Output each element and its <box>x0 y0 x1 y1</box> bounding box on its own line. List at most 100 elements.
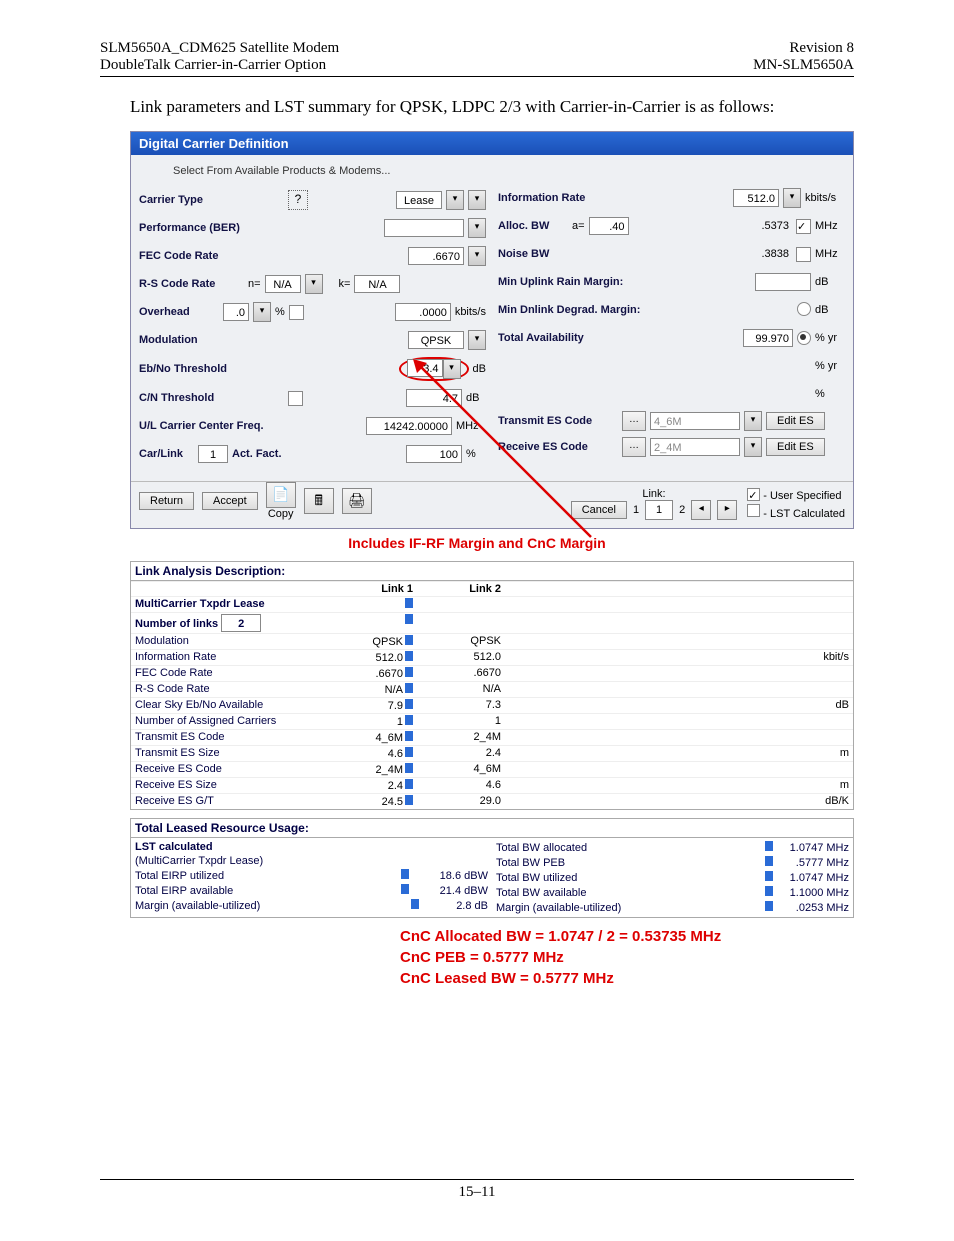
dropdown-icon[interactable]: ▾ <box>443 359 461 379</box>
ebno-value[interactable]: 3.4 <box>407 359 443 377</box>
dropdown-icon[interactable]: ▾ <box>253 302 271 322</box>
overhead-a[interactable]: .0 <box>223 303 249 321</box>
min-up-value[interactable] <box>755 273 811 291</box>
total-avail-unit: % yr <box>815 332 845 344</box>
return-button[interactable]: Return <box>139 492 194 510</box>
footer-rule <box>100 1179 854 1180</box>
cell-link1: 2_4M <box>339 762 417 777</box>
help-icon[interactable]: ? <box>288 190 308 210</box>
legend-lst: - LST Calculated <box>763 508 845 520</box>
cn-checkbox[interactable] <box>288 391 303 406</box>
cancel-button[interactable]: Cancel <box>571 501 627 519</box>
cell-link1: N/A <box>339 682 417 697</box>
carlink-value[interactable]: 1 <box>198 445 228 463</box>
total-row: Total BW allocated1.0747 MHz <box>496 840 849 855</box>
total-avail-radio[interactable] <box>797 331 811 345</box>
link-one: 1 <box>633 504 639 516</box>
ul-freq-value[interactable]: 14242.00000 <box>366 417 452 435</box>
rs-label: R-S Code Rate <box>139 278 244 290</box>
edit-es-tx-button[interactable]: Edit ES <box>766 412 825 430</box>
panel-right-col: Information Rate 512.0 ▾ kbits/s Alloc. … <box>498 163 845 465</box>
print-icon[interactable]: 🖨 <box>342 488 372 514</box>
panel-left-col: Select From Available Products & Modems.… <box>139 163 486 465</box>
cell-link2: 29.0 <box>417 794 505 809</box>
info-rate-label: Information Rate <box>498 192 643 204</box>
cnc-line2: CnC PEB = 0.5777 MHz <box>400 947 854 968</box>
min-up-label: Min Uplink Rain Margin: <box>498 276 668 288</box>
total-row: Margin (available-utilized).0253 MHz <box>496 900 849 915</box>
link-analysis-title: Link Analysis Description: <box>131 562 853 581</box>
select-products-label[interactable]: Select From Available Products & Modems.… <box>173 165 486 177</box>
fec-value[interactable]: .6670 <box>408 247 464 265</box>
edit-es-rx-button[interactable]: Edit ES <box>766 438 825 456</box>
table-row: Information Rate512.0512.0kbit/s <box>131 649 853 665</box>
dropdown-icon[interactable]: ▾ <box>305 274 323 294</box>
cnc-line3: CnC Leased BW = 0.5777 MHz <box>400 968 854 989</box>
cell-link1: 512.0 <box>339 650 417 665</box>
calculator-icon[interactable]: 🖩 <box>304 488 334 514</box>
modulation-label: Modulation <box>139 334 284 346</box>
noise-checkbox[interactable] <box>796 247 811 262</box>
total-row: Total EIRP available21.4 dBW <box>135 883 488 898</box>
total-row: Total BW PEB.5777 MHz <box>496 855 849 870</box>
table-row: Receive ES G/T24.529.0dB/K <box>131 793 853 809</box>
accept-button[interactable]: Accept <box>202 492 258 510</box>
performance-input[interactable] <box>384 219 464 237</box>
cell-unit <box>795 597 853 612</box>
row-label: FEC Code Rate <box>131 666 339 681</box>
dropdown-icon[interactable]: ▾ <box>468 190 486 210</box>
overhead-checkbox[interactable] <box>289 305 304 320</box>
alloc-checkbox[interactable]: ✓ <box>796 219 811 234</box>
cell-unit <box>795 762 853 777</box>
dropdown-icon[interactable]: ▾ <box>446 190 464 210</box>
dropdown-icon[interactable]: ▾ <box>468 218 486 238</box>
ebno-unit: dB <box>473 363 486 375</box>
cell-unit <box>795 634 853 649</box>
ul-freq-label: U/L Carrier Center Freq. <box>139 420 284 432</box>
rs-n-value[interactable]: N/A <box>265 275 301 293</box>
intro-text: Link parameters and LST summary for QPSK… <box>130 97 854 117</box>
tx-es-value[interactable]: 4_6M <box>650 412 740 430</box>
tx-es-label: Transmit ES Code <box>498 415 618 427</box>
alloc-bw-label: Alloc. BW <box>498 220 568 232</box>
min-dn-radio[interactable] <box>797 302 811 316</box>
total-value: 2.8 <box>421 900 471 912</box>
dropdown-icon[interactable]: ▾ <box>468 330 486 350</box>
link-current[interactable]: 1 <box>645 500 673 520</box>
min-dn-label: Min Dnlink Degrad. Margin: <box>498 304 668 316</box>
dropdown-icon[interactable]: ▾ <box>783 188 801 208</box>
cell-link2: 2.4 <box>417 746 505 761</box>
browse-icon[interactable]: … <box>622 437 646 457</box>
carrier-type-value[interactable]: Lease <box>396 191 442 209</box>
copy-doc-icon[interactable]: 📄 <box>266 482 296 508</box>
table-row: R-S Code RateN/AN/A <box>131 681 853 697</box>
cell-link2: 1 <box>417 714 505 729</box>
total-avail-value[interactable]: 99.970 <box>743 329 793 347</box>
rx-es-value[interactable]: 2_4M <box>650 438 740 456</box>
actfact-unit: % <box>466 448 486 460</box>
cn-unit: dB <box>466 392 486 404</box>
alloc-a-value[interactable]: .40 <box>589 217 629 235</box>
actfact-value[interactable]: 100 <box>406 445 462 463</box>
total-row: Total EIRP utilized18.6 dBW <box>135 868 488 883</box>
table-row: Number of Assigned Carriers11 <box>131 713 853 729</box>
table-row: ModulationQPSKQPSK <box>131 633 853 649</box>
table-row: Transmit ES Code4_6M2_4M <box>131 729 853 745</box>
cn-value: 4.7 <box>406 389 462 407</box>
carrier-definition-panel: Digital Carrier Definition Select From A… <box>130 131 854 529</box>
dropdown-icon[interactable]: ▾ <box>468 246 486 266</box>
dropdown-icon[interactable]: ▾ <box>744 411 762 431</box>
dropdown-icon[interactable]: ▾ <box>744 437 762 457</box>
cell-unit: m <box>795 778 853 793</box>
modulation-value[interactable]: QPSK <box>408 331 464 349</box>
next-link-button[interactable]: ▸ <box>717 500 737 520</box>
table-row: Number of links 2 <box>131 612 853 633</box>
prev-link-button[interactable]: ◂ <box>691 500 711 520</box>
cell-link2: 4_6M <box>417 762 505 777</box>
cell-unit: dB <box>795 698 853 713</box>
info-rate-value[interactable]: 512.0 <box>733 189 779 207</box>
browse-icon[interactable]: … <box>622 411 646 431</box>
row-label: MultiCarrier Txpdr Lease <box>131 597 339 612</box>
num-links-input[interactable]: 2 <box>221 614 261 632</box>
total-label: Margin (available-utilized) <box>496 902 621 914</box>
